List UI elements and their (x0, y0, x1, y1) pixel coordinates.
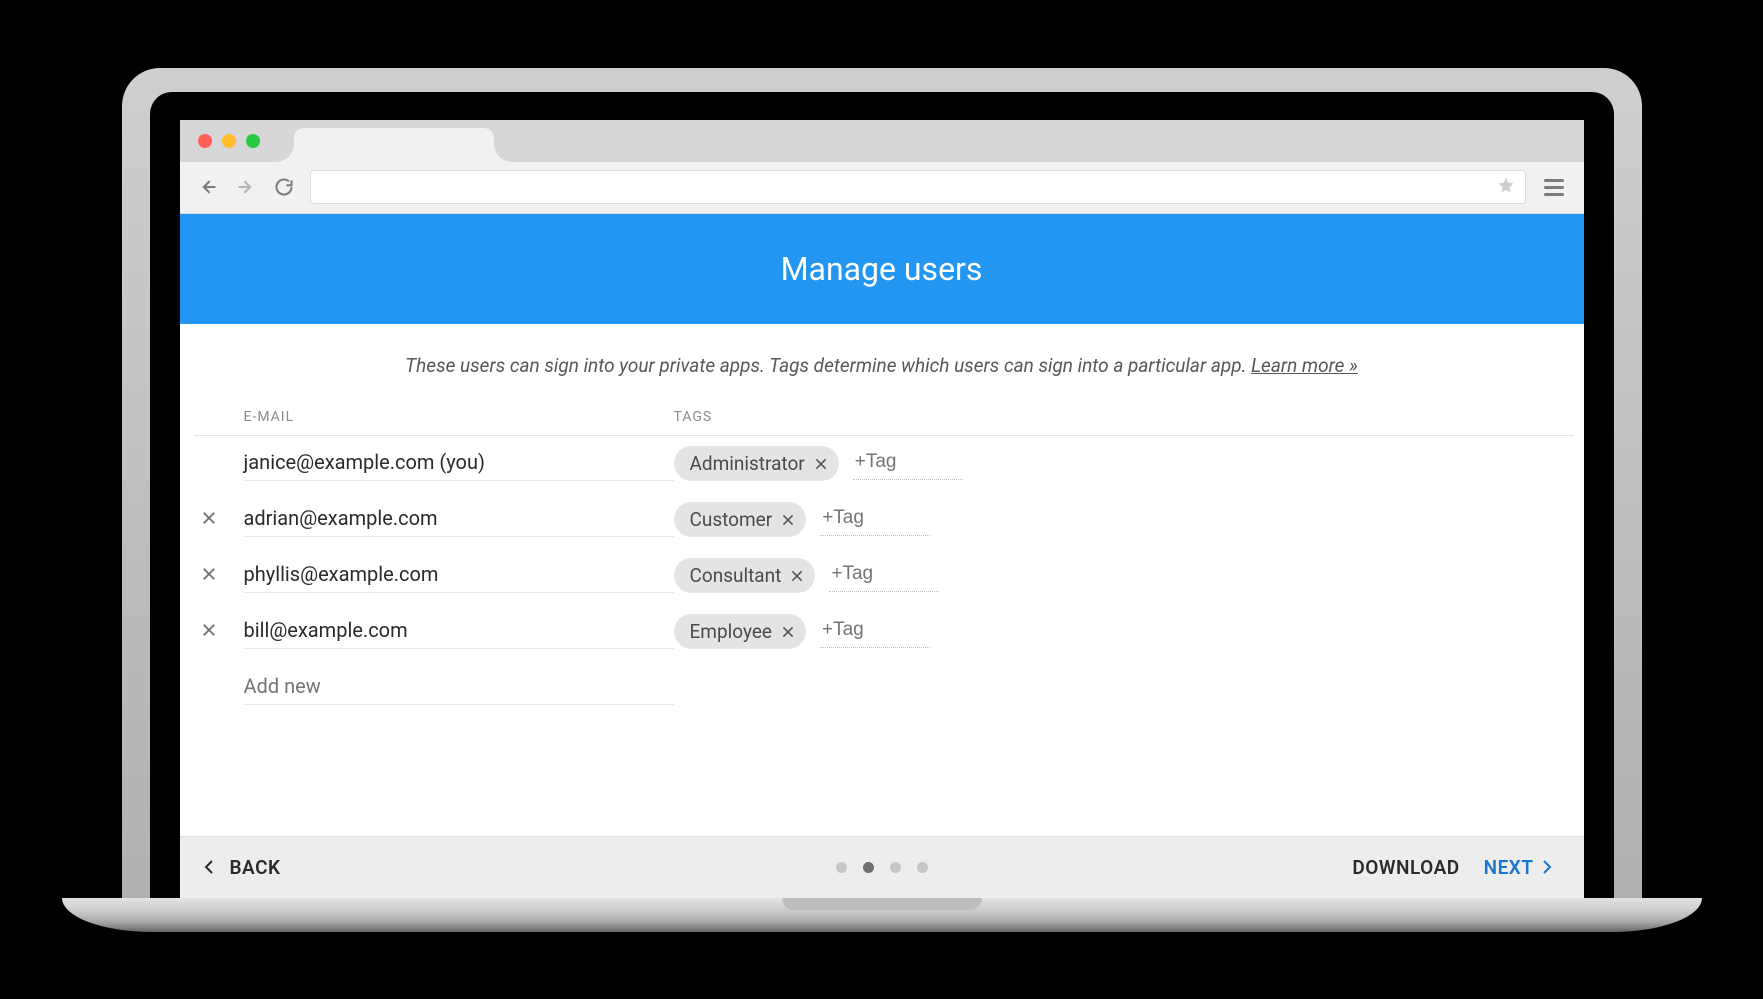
page-title: Manage users (180, 214, 1584, 324)
laptop-bezel: Manage users These users can sign into y… (150, 92, 1614, 898)
browser-tab-bar (180, 120, 1584, 162)
tags-cell: Administrator (674, 446, 1574, 481)
progress-dot[interactable] (836, 862, 847, 873)
browser-tab[interactable] (294, 128, 494, 162)
tag-chip: Employee (674, 614, 806, 649)
maximize-window-button[interactable] (246, 134, 260, 148)
laptop-mockup: Manage users These users can sign into y… (122, 68, 1642, 932)
email-cell[interactable]: adrian@example.com (244, 502, 674, 537)
remove-user-button[interactable] (194, 621, 244, 643)
remove-tag-button[interactable] (780, 512, 796, 528)
back-icon[interactable] (196, 175, 220, 199)
progress-dot[interactable] (917, 862, 928, 873)
add-new-row (194, 660, 1574, 716)
close-icon (200, 621, 218, 643)
forward-icon[interactable] (234, 175, 258, 199)
remove-user-button[interactable] (194, 565, 244, 587)
reload-icon[interactable] (272, 175, 296, 199)
back-label: BACK (230, 856, 281, 879)
progress-dot[interactable] (890, 862, 901, 873)
remove-tag-button[interactable] (813, 456, 829, 472)
remove-tag-button[interactable] (789, 568, 805, 584)
url-bar[interactable] (310, 170, 1526, 204)
column-header-email: E-MAIL (244, 409, 674, 425)
tag-label: Administrator (690, 452, 805, 475)
progress-dot[interactable] (863, 862, 874, 873)
learn-more-link[interactable]: Learn more » (1251, 354, 1358, 377)
table-row: phyllis@example.com Consultant (194, 548, 1574, 604)
tags-cell: Customer (674, 502, 1574, 537)
add-tag-input[interactable] (829, 559, 939, 592)
add-tag-input[interactable] (853, 447, 963, 480)
download-label: DOWNLOAD (1352, 856, 1459, 879)
footer-bar: BACK DOWNLOAD NEXT (180, 836, 1584, 898)
download-button[interactable]: DOWNLOAD (1352, 856, 1459, 879)
tag-label: Employee (690, 620, 772, 643)
email-cell[interactable]: janice@example.com (you) (244, 446, 674, 481)
next-label: NEXT (1484, 856, 1534, 879)
tag-chip: Consultant (674, 558, 816, 593)
users-table: E-MAIL TAGS janice@example.com (you) Admi… (180, 401, 1584, 836)
column-header-tags: TAGS (674, 409, 1574, 425)
menu-icon[interactable] (1540, 179, 1568, 196)
add-tag-input[interactable] (820, 503, 930, 536)
email-cell[interactable]: phyllis@example.com (244, 558, 674, 593)
table-row: adrian@example.com Customer (194, 492, 1574, 548)
table-header-row: E-MAIL TAGS (194, 401, 1574, 436)
bookmark-star-icon[interactable] (1497, 176, 1515, 198)
remove-user-button[interactable] (194, 509, 244, 531)
table-row: bill@example.com Employee (194, 604, 1574, 660)
minimize-window-button[interactable] (222, 134, 236, 148)
table-row: janice@example.com (you) Administrator (194, 436, 1574, 492)
description-text: These users can sign into your private a… (405, 354, 1251, 377)
email-cell[interactable]: bill@example.com (244, 614, 674, 649)
tag-chip: Customer (674, 502, 807, 537)
window-controls (198, 134, 260, 148)
next-button[interactable]: NEXT (1484, 856, 1560, 879)
close-icon (200, 509, 218, 531)
back-button[interactable]: BACK (204, 856, 281, 879)
close-icon (200, 565, 218, 587)
tag-chip: Administrator (674, 446, 839, 481)
laptop-frame: Manage users These users can sign into y… (122, 68, 1642, 898)
chevron-left-icon (204, 859, 222, 875)
add-new-input[interactable] (244, 670, 674, 705)
remove-tag-button[interactable] (780, 624, 796, 640)
close-window-button[interactable] (198, 134, 212, 148)
progress-dots (836, 862, 928, 873)
tag-label: Consultant (690, 564, 782, 587)
tags-cell: Employee (674, 614, 1574, 649)
screen: Manage users These users can sign into y… (180, 120, 1584, 898)
tag-label: Customer (690, 508, 773, 531)
laptop-base (62, 898, 1702, 932)
browser-toolbar (180, 162, 1584, 214)
add-tag-input[interactable] (820, 615, 930, 648)
chevron-right-icon (1542, 859, 1560, 875)
page-description: These users can sign into your private a… (180, 324, 1584, 401)
tags-cell: Consultant (674, 558, 1574, 593)
